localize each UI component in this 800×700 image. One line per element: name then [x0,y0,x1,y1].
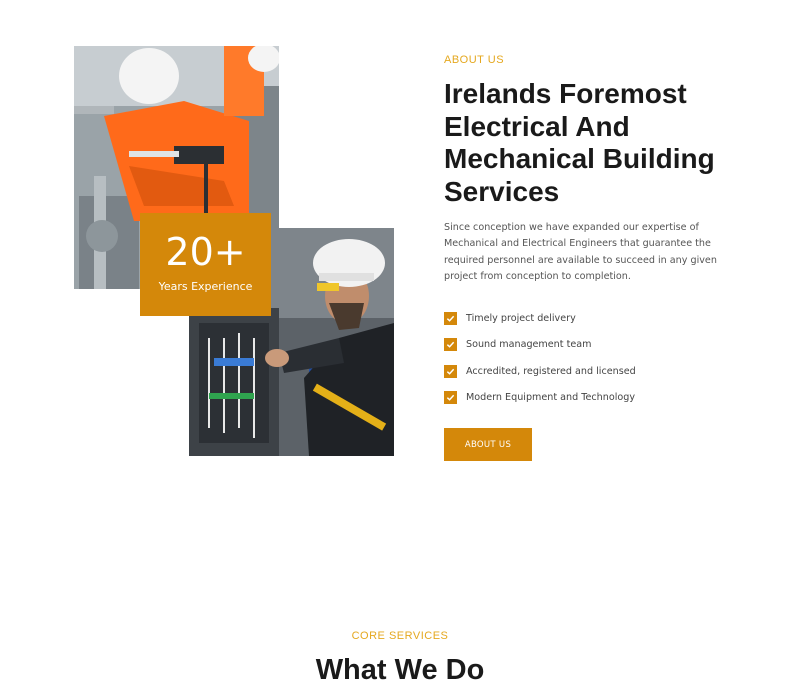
experience-number: 20+ [165,230,246,274]
about-us-button[interactable]: ABOUT US [444,428,532,461]
checkmark-icon [444,338,457,352]
feature-label: Timely project delivery [466,312,576,324]
about-eyebrow: ABOUT US [444,54,505,66]
checkmark-icon [444,311,457,325]
services-title: What We Do [315,654,485,686]
about-description: Since conception we have expanded our ex… [444,222,717,283]
checkmark-icon [444,391,457,405]
experience-badge: 20+ Years Experience [140,213,271,316]
feature-item: Accredited, registered and licensed [444,358,636,385]
feature-label: Modern Equipment and Technology [466,392,636,404]
feature-item: Sound management team [444,332,636,359]
feature-label: Sound management team [466,339,592,351]
checkmark-icon [444,364,457,378]
feature-item: Timely project delivery [444,305,636,332]
experience-label: Years Experience [158,280,253,293]
services-eyebrow: CORE SERVICES [351,630,449,642]
about-heading: Irelands Foremost Electrical And Mechani… [444,78,715,207]
feature-list: Timely project delivery Sound management… [444,305,636,411]
feature-item: Modern Equipment and Technology [444,385,636,412]
feature-label: Accredited, registered and licensed [466,365,636,377]
